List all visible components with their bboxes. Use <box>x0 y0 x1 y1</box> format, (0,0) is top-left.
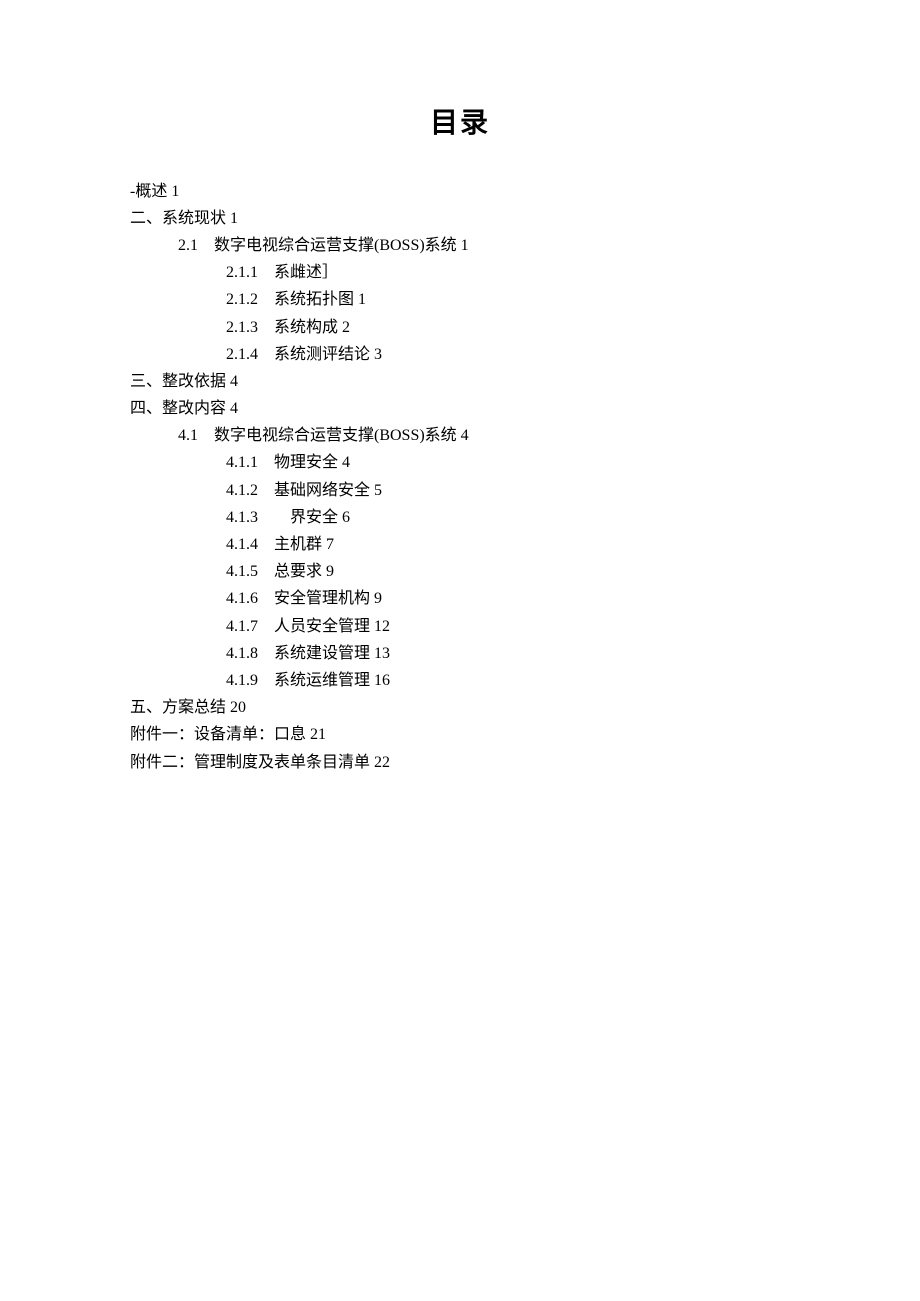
toc-title: 目录 <box>130 100 790 148</box>
toc-entry: 4.1.3 界安全 6 <box>130 504 790 531</box>
toc-entry: 4.1.5 总要求 9 <box>130 558 790 585</box>
toc-entry: 2.1.2 系统拓扑图 1 <box>130 286 790 313</box>
toc-entry: -概述 1 <box>130 178 790 205</box>
toc-entry: 二、系统现状 1 <box>130 205 790 232</box>
toc-entry: 4.1.9 系统运维管理 16 <box>130 667 790 694</box>
toc-entry: 2.1.4 系统测评结论 3 <box>130 341 790 368</box>
toc-entry: 四、整改内容 4 <box>130 395 790 422</box>
toc-entry: 附件二：管理制度及表单条目清单 22 <box>130 749 790 776</box>
toc-entry: 4.1 数字电视综合运营支撑(BOSS)系统 4 <box>130 422 790 449</box>
toc-list: -概述 1二、系统现状 12.1 数字电视综合运营支撑(BOSS)系统 12.1… <box>130 178 790 776</box>
toc-entry: 附件一：设备清单：口息 21 <box>130 721 790 748</box>
toc-entry: 三、整改依据 4 <box>130 368 790 395</box>
toc-entry: 2.1 数字电视综合运营支撑(BOSS)系统 1 <box>130 232 790 259</box>
toc-entry: 五、方案总结 20 <box>130 694 790 721</box>
toc-entry: 4.1.6 安全管理机构 9 <box>130 585 790 612</box>
toc-entry: 4.1.2 基础网络安全 5 <box>130 477 790 504</box>
toc-entry: 2.1.1 系雌述］ <box>130 259 790 286</box>
toc-entry: 4.1.4 主机群 7 <box>130 531 790 558</box>
toc-entry: 4.1.1 物理安全 4 <box>130 449 790 476</box>
toc-entry: 2.1.3 系统构成 2 <box>130 314 790 341</box>
toc-entry: 4.1.8 系统建设管理 13 <box>130 640 790 667</box>
toc-entry: 4.1.7 人员安全管理 12 <box>130 613 790 640</box>
